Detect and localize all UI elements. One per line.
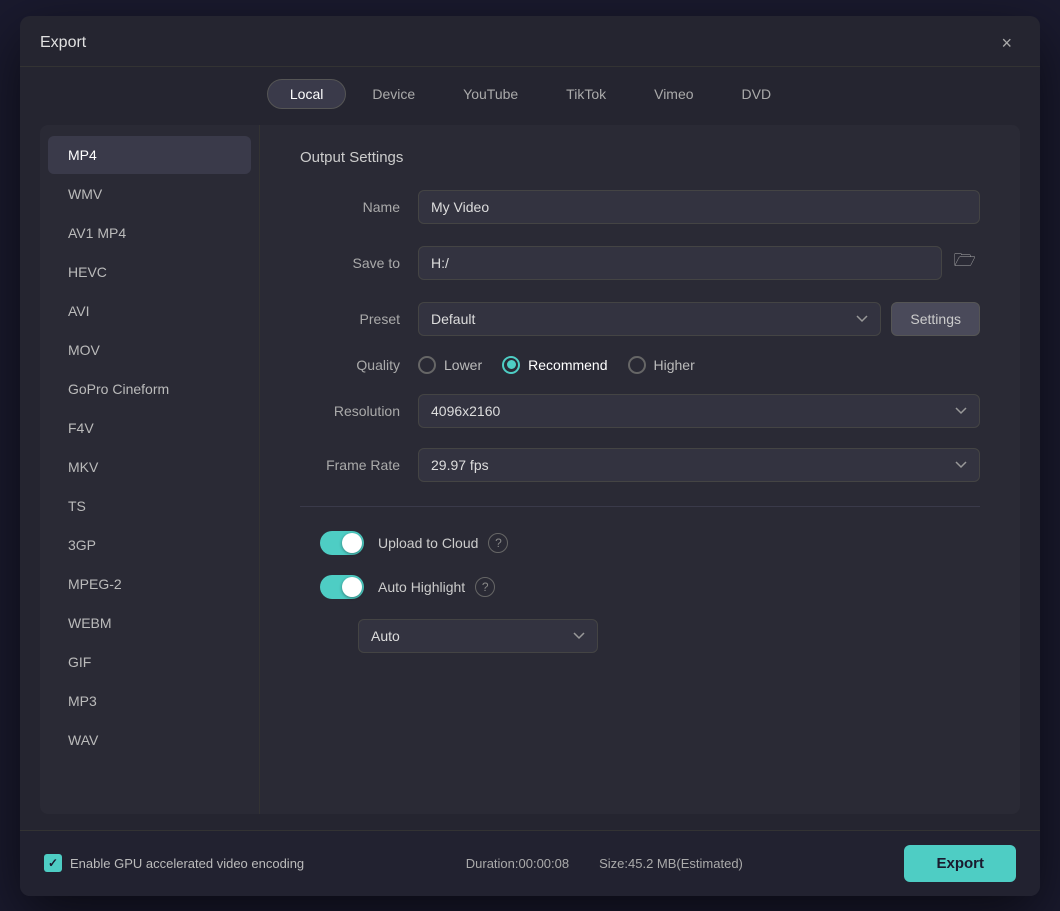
tab-bar: Local Device YouTube TikTok Vimeo DVD: [20, 67, 1040, 125]
save-to-input[interactable]: [418, 246, 942, 280]
upload-cloud-row: Upload to Cloud ?: [300, 531, 980, 555]
quality-higher-label: Higher: [654, 357, 695, 373]
gpu-label: Enable GPU accelerated video encoding: [70, 856, 304, 871]
preset-row: Preset Default Settings: [300, 302, 980, 336]
auto-highlight-help-icon[interactable]: ?: [475, 577, 495, 597]
quality-recommend-label: Recommend: [528, 357, 607, 373]
format-item-f4v[interactable]: F4V: [48, 409, 251, 447]
resolution-label: Resolution: [300, 403, 400, 419]
preset-controls: Default Settings: [418, 302, 980, 336]
auto-highlight-thumb: [342, 577, 362, 597]
quality-lower-radio[interactable]: [418, 356, 436, 374]
folder-row: 🗁: [418, 244, 980, 282]
format-item-gif[interactable]: GIF: [48, 643, 251, 681]
auto-highlight-select[interactable]: Auto: [358, 619, 598, 653]
tab-local[interactable]: Local: [267, 79, 346, 109]
format-item-mkv[interactable]: MKV: [48, 448, 251, 486]
format-item-3gp[interactable]: 3GP: [48, 526, 251, 564]
gpu-checkbox-box[interactable]: [44, 854, 62, 872]
tab-device[interactable]: Device: [350, 80, 437, 108]
format-item-mp4[interactable]: MP4: [48, 136, 251, 174]
folder-browse-button[interactable]: 🗁: [950, 244, 980, 282]
name-input[interactable]: [418, 190, 980, 224]
quality-lower-option[interactable]: Lower: [418, 356, 482, 374]
name-row: Name: [300, 190, 980, 224]
format-item-wmv[interactable]: WMV: [48, 175, 251, 213]
output-settings-title: Output Settings: [300, 149, 980, 166]
settings-panel: Output Settings Name Save to 🗁 Preset: [260, 125, 1020, 814]
format-item-ts[interactable]: TS: [48, 487, 251, 525]
divider: [300, 506, 980, 507]
footer: Enable GPU accelerated video encoding Du…: [20, 830, 1040, 896]
size-stat: Size:45.2 MB(Estimated): [599, 856, 743, 871]
format-item-avi[interactable]: AVI: [48, 292, 251, 330]
quality-higher-option[interactable]: Higher: [628, 356, 695, 374]
format-item-hevc[interactable]: HEVC: [48, 253, 251, 291]
quality-higher-radio[interactable]: [628, 356, 646, 374]
tab-tiktok[interactable]: TikTok: [544, 80, 628, 108]
frame-rate-row: Frame Rate 29.97 fps: [300, 448, 980, 482]
format-item-mov[interactable]: MOV: [48, 331, 251, 369]
content-area: MP4 WMV AV1 MP4 HEVC AVI MOV GoPro Cinef…: [40, 125, 1020, 814]
save-to-row: Save to 🗁: [300, 244, 980, 282]
tab-dvd[interactable]: DVD: [720, 80, 794, 108]
upload-cloud-label: Upload to Cloud: [378, 535, 478, 551]
gpu-checkbox[interactable]: Enable GPU accelerated video encoding: [44, 854, 304, 872]
format-item-webm[interactable]: WEBM: [48, 604, 251, 642]
quality-recommend-radio[interactable]: [502, 356, 520, 374]
upload-cloud-thumb: [342, 533, 362, 553]
auto-highlight-toggle[interactable]: [320, 575, 364, 599]
export-dialog: Export × Local Device YouTube TikTok Vim…: [20, 16, 1040, 896]
resolution-row: Resolution 4096x2160: [300, 394, 980, 428]
duration-stat: Duration:00:00:08: [466, 856, 569, 871]
close-button[interactable]: ×: [993, 30, 1020, 56]
format-item-gopro[interactable]: GoPro Cineform: [48, 370, 251, 408]
save-to-label: Save to: [300, 255, 400, 271]
quality-row: Quality Lower Recommend Higher: [300, 356, 980, 374]
quality-recommend-option[interactable]: Recommend: [502, 356, 607, 374]
auto-highlight-label: Auto Highlight: [378, 579, 465, 595]
preset-label: Preset: [300, 311, 400, 327]
frame-rate-label: Frame Rate: [300, 457, 400, 473]
quality-label: Quality: [300, 357, 400, 373]
quality-group: Lower Recommend Higher: [418, 356, 695, 374]
name-label: Name: [300, 199, 400, 215]
format-item-mp3[interactable]: MP3: [48, 682, 251, 720]
format-list: MP4 WMV AV1 MP4 HEVC AVI MOV GoPro Cinef…: [40, 125, 260, 814]
dialog-header: Export ×: [20, 16, 1040, 67]
tab-youtube[interactable]: YouTube: [441, 80, 540, 108]
quality-lower-label: Lower: [444, 357, 482, 373]
auto-select-row: Auto: [300, 619, 980, 653]
tab-vimeo[interactable]: Vimeo: [632, 80, 715, 108]
auto-highlight-track: [320, 575, 364, 599]
footer-info: Duration:00:00:08 Size:45.2 MB(Estimated…: [324, 856, 884, 871]
export-button[interactable]: Export: [904, 845, 1016, 882]
format-item-wav[interactable]: WAV: [48, 721, 251, 759]
upload-cloud-toggle[interactable]: [320, 531, 364, 555]
dialog-title: Export: [40, 34, 86, 52]
upload-cloud-help-icon[interactable]: ?: [488, 533, 508, 553]
preset-select[interactable]: Default: [418, 302, 881, 336]
format-item-mpeg2[interactable]: MPEG-2: [48, 565, 251, 603]
frame-rate-select[interactable]: 29.97 fps: [418, 448, 980, 482]
format-item-av1mp4[interactable]: AV1 MP4: [48, 214, 251, 252]
auto-highlight-row: Auto Highlight ?: [300, 575, 980, 599]
settings-button[interactable]: Settings: [891, 302, 980, 336]
resolution-select[interactable]: 4096x2160: [418, 394, 980, 428]
upload-cloud-track: [320, 531, 364, 555]
